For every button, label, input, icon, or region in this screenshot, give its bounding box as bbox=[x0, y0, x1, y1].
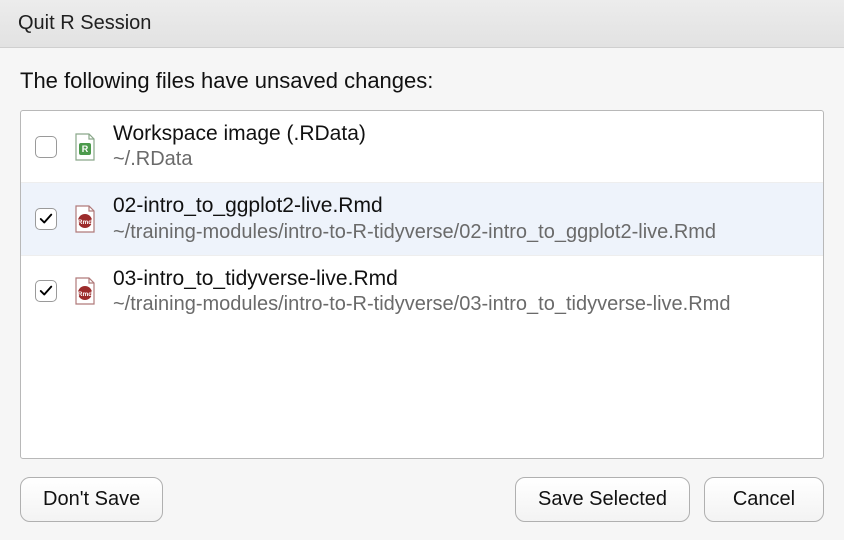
file-list: R Workspace image (.RData)~/.RData Rmd 02-i… bbox=[20, 110, 824, 459]
file-text: 02-intro_to_ggplot2-live.Rmd~/training-m… bbox=[113, 193, 809, 244]
file-path: ~/training-modules/intro-to-R-tidyverse/… bbox=[113, 292, 809, 317]
file-path: ~/.RData bbox=[113, 147, 809, 172]
dialog-titlebar: Quit R Session bbox=[0, 0, 844, 48]
rdata-file-icon: R bbox=[71, 131, 99, 163]
file-name: 03-intro_to_tidyverse-live.Rmd bbox=[113, 266, 809, 292]
file-text: 03-intro_to_tidyverse-live.Rmd~/training… bbox=[113, 266, 809, 317]
file-path: ~/training-modules/intro-to-R-tidyverse/… bbox=[113, 220, 809, 245]
save-selected-button[interactable]: Save Selected bbox=[515, 477, 690, 522]
checkmark-icon bbox=[39, 212, 53, 226]
checkmark-icon bbox=[39, 284, 53, 298]
rmd-file-icon: Rmd bbox=[71, 275, 99, 307]
dialog-content: The following files have unsaved changes… bbox=[0, 48, 844, 540]
file-row[interactable]: R Workspace image (.RData)~/.RData bbox=[21, 111, 823, 183]
file-checkbox[interactable] bbox=[35, 136, 57, 158]
svg-text:Rmd: Rmd bbox=[78, 291, 92, 298]
file-row[interactable]: Rmd 02-intro_to_ggplot2-live.Rmd~/trainin… bbox=[21, 183, 823, 255]
file-name: Workspace image (.RData) bbox=[113, 121, 809, 147]
dialog-title: Quit R Session bbox=[18, 12, 151, 34]
file-checkbox[interactable] bbox=[35, 280, 57, 302]
file-checkbox[interactable] bbox=[35, 208, 57, 230]
file-row[interactable]: Rmd 03-intro_to_tidyverse-live.Rmd~/train… bbox=[21, 256, 823, 327]
file-name: 02-intro_to_ggplot2-live.Rmd bbox=[113, 193, 809, 219]
file-text: Workspace image (.RData)~/.RData bbox=[113, 121, 809, 172]
button-row: Don't Save Save Selected Cancel bbox=[20, 477, 824, 522]
dont-save-button[interactable]: Don't Save bbox=[20, 477, 163, 522]
dialog-prompt: The following files have unsaved changes… bbox=[20, 68, 824, 94]
svg-text:Rmd: Rmd bbox=[78, 219, 92, 226]
svg-text:R: R bbox=[82, 144, 89, 154]
cancel-button[interactable]: Cancel bbox=[704, 477, 824, 522]
rmd-file-icon: Rmd bbox=[71, 203, 99, 235]
